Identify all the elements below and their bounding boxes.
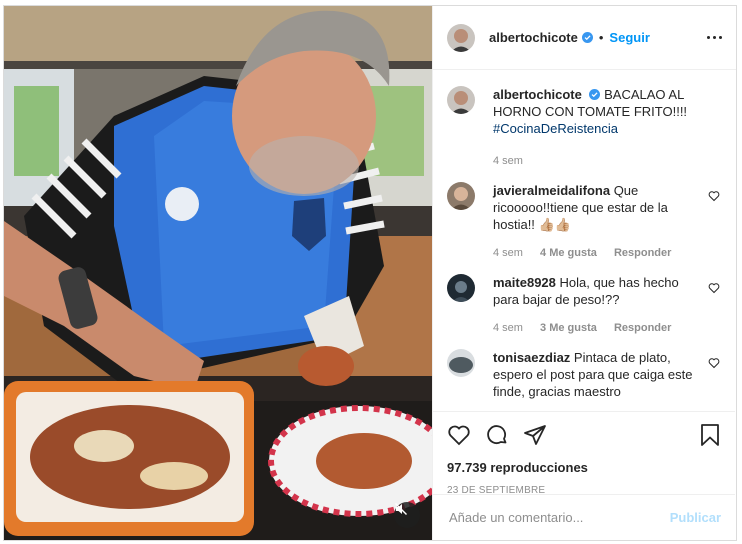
post-actions: 97.739 reproducciones 23 DE SEPTIEMBRE [433, 411, 735, 496]
header-separator: • [598, 30, 604, 45]
post-video[interactable] [4, 6, 432, 540]
instagram-post: albertochicote • Seguir albertochicote B… [3, 5, 737, 541]
comment-avatar[interactable] [447, 182, 475, 210]
share-button[interactable] [523, 423, 547, 447]
comment-likes-count[interactable]: 3 Me gusta [540, 322, 597, 334]
heart-icon [448, 425, 470, 446]
comment-composer: Publicar [433, 494, 735, 540]
author-avatar[interactable] [447, 23, 475, 52]
author-avatar-image [447, 23, 475, 52]
comment-avatar-image [447, 349, 475, 377]
heart-icon[interactable] [708, 282, 720, 294]
bookmark-icon [701, 424, 719, 446]
comment-avatar-image [447, 274, 475, 302]
comment-input[interactable] [447, 509, 670, 526]
verified-badge-icon [581, 32, 593, 43]
caption-hashtag-link[interactable]: #CocinaDeReistencia [493, 121, 618, 136]
comment-likes-count[interactable]: 4 Me gusta [540, 247, 597, 259]
comment-avatar[interactable] [447, 349, 475, 377]
muted-speaker-icon [395, 503, 407, 515]
comment-avatar[interactable] [447, 274, 475, 302]
heart-icon[interactable] [708, 357, 720, 369]
post-header: albertochicote • Seguir [433, 6, 736, 70]
video-frame-image [4, 6, 432, 540]
comment-reply-button[interactable]: Responder [614, 322, 671, 334]
caption: albertochicote BACALAO AL HORNO CON TOMA… [447, 86, 722, 170]
comment-username-link[interactable]: maite8928 [493, 275, 556, 290]
caption-avatar[interactable] [447, 86, 475, 114]
mute-toggle-button[interactable] [394, 502, 420, 528]
caption-avatar-image [447, 86, 475, 114]
more-options-icon[interactable] [707, 36, 722, 39]
comment-username-link[interactable]: tonisaezdiaz [493, 350, 570, 365]
verified-badge-icon [589, 89, 601, 100]
comment-item: maite8928 Hola, que has hecho para bajar… [447, 274, 722, 337]
save-button[interactable] [699, 423, 721, 447]
comment-item: javieralmeidalifona Que ricooooo!!tiene … [447, 182, 722, 262]
follow-button[interactable]: Seguir [609, 30, 649, 45]
comment-button[interactable] [485, 423, 509, 447]
comment-avatar-image [447, 182, 475, 210]
comment-timestamp[interactable]: 4 sem [493, 322, 523, 334]
views-count[interactable]: 97.739 reproducciones [447, 460, 721, 475]
comment-username-link[interactable]: javieralmeidalifona [493, 183, 610, 198]
author-username-link[interactable]: albertochicote [489, 30, 578, 45]
heart-icon[interactable] [708, 190, 720, 202]
like-button[interactable] [447, 423, 471, 447]
publish-button[interactable]: Publicar [670, 510, 721, 525]
comment-item: tonisaezdiaz Pintaca de plato, espero el… [447, 349, 722, 400]
post-side-panel: albertochicote • Seguir albertochicote B… [432, 6, 736, 540]
comment-reply-button[interactable]: Responder [614, 247, 671, 259]
caption-username-link[interactable]: albertochicote [493, 87, 582, 102]
comment-bubble-icon [487, 425, 507, 444]
paper-plane-icon [524, 425, 546, 445]
comments-list: albertochicote BACALAO AL HORNO CON TOMA… [433, 70, 736, 410]
comment-timestamp[interactable]: 4 sem [493, 247, 523, 259]
caption-timestamp[interactable]: 4 sem [493, 155, 523, 167]
